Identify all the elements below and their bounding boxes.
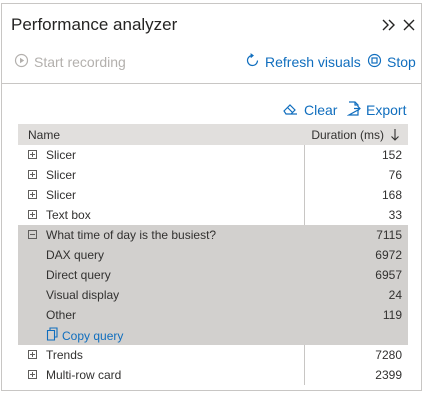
- toolbar-divider: [2, 83, 421, 84]
- stop-button[interactable]: Stop: [367, 51, 416, 73]
- clear-button[interactable]: Clear: [283, 100, 337, 120]
- eraser-icon: [283, 102, 299, 119]
- sort-descending-icon[interactable]: [388, 124, 402, 145]
- table-row[interactable]: Multi-row card 2399: [18, 365, 408, 385]
- table-body: Slicer 152 Slicer 76 Slicer 168 Text box…: [18, 145, 408, 385]
- refresh-icon: [245, 53, 260, 71]
- refresh-visuals-button[interactable]: Refresh visuals: [245, 51, 361, 73]
- expand-icon[interactable]: [28, 150, 37, 159]
- start-recording-button[interactable]: Start recording: [14, 51, 126, 73]
- pane-title: Performance analyzer: [11, 15, 178, 34]
- performance-analyzer-pane: Performance analyzer Start recording Ref…: [1, 3, 422, 391]
- table-subrow: Copy query: [18, 325, 408, 345]
- table-subrow: Other 119: [18, 305, 408, 325]
- refresh-visuals-label: Refresh visuals: [265, 54, 361, 70]
- collapse-icon[interactable]: [28, 230, 37, 239]
- performance-table: Name Duration (ms) Slicer 152 Slicer 76 …: [18, 124, 408, 385]
- table-subrow: DAX query 6972: [18, 245, 408, 265]
- table-row-expanded[interactable]: What time of day is the busiest? 7115: [18, 225, 408, 245]
- table-row[interactable]: Slicer 152: [18, 145, 408, 165]
- table-row[interactable]: Trends 7280: [18, 345, 408, 365]
- export-label: Export: [366, 102, 407, 118]
- record-icon: [14, 53, 29, 71]
- expand-icon[interactable]: [28, 370, 37, 379]
- export-button[interactable]: Export: [346, 100, 407, 120]
- column-header-name[interactable]: Name: [28, 128, 60, 142]
- column-header-duration[interactable]: Duration (ms): [311, 128, 384, 142]
- export-icon: [346, 101, 361, 119]
- table-row[interactable]: Text box 33: [18, 205, 408, 225]
- start-recording-label: Start recording: [34, 54, 126, 70]
- expand-icon[interactable]: [28, 170, 37, 179]
- copy-query-label: Copy query: [62, 328, 124, 343]
- close-icon[interactable]: [400, 16, 418, 34]
- expand-icon[interactable]: [28, 210, 37, 219]
- expand-icon[interactable]: [28, 350, 37, 359]
- clear-label: Clear: [304, 102, 338, 118]
- table-row[interactable]: Slicer 168: [18, 185, 408, 205]
- stop-icon: [367, 53, 382, 71]
- collapse-pane-icon[interactable]: [380, 16, 398, 34]
- table-subrow: Visual display 24: [18, 285, 408, 305]
- table-row[interactable]: Slicer 76: [18, 165, 408, 185]
- expand-icon[interactable]: [28, 190, 37, 199]
- copy-icon: [46, 327, 59, 344]
- table-subrow: Direct query 6957: [18, 265, 408, 285]
- stop-label: Stop: [387, 54, 416, 70]
- copy-query-link[interactable]: Copy query: [46, 327, 123, 344]
- table-header: Name Duration (ms): [18, 124, 408, 145]
